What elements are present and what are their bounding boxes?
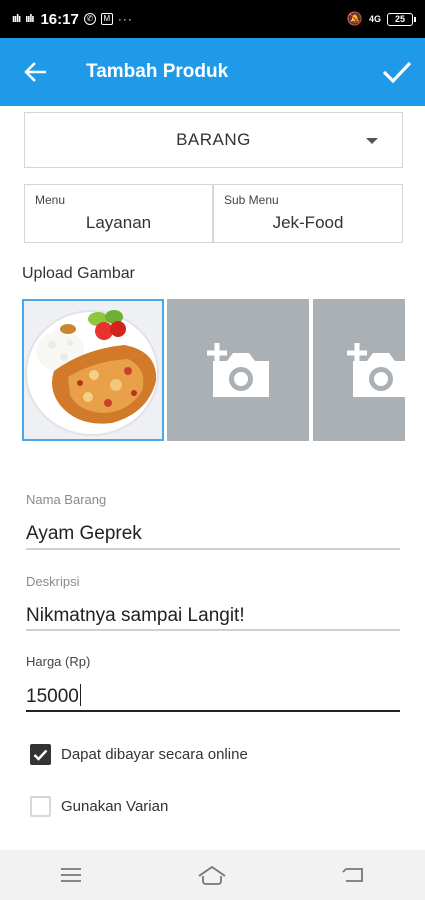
signal-icon: ıılı: [12, 13, 21, 25]
menu-nav-button[interactable]: [41, 850, 101, 900]
sub-menu-value: Jek-Food: [272, 213, 344, 232]
name-field[interactable]: Ayam Geprek: [26, 523, 142, 545]
variant-option[interactable]: Gunakan Varian: [30, 796, 168, 817]
add-photo-slot-2[interactable]: [167, 299, 309, 441]
more-notifications-icon: ···: [117, 12, 133, 26]
text-cursor: [79, 684, 82, 706]
online-payment-option[interactable]: Dapat dibayar secara online: [30, 744, 248, 765]
add-photo-slot-3[interactable]: [313, 299, 405, 441]
checkmark-icon: [33, 749, 48, 761]
price-field[interactable]: 15000: [26, 684, 82, 708]
dropdown-arrow-icon: [366, 138, 378, 144]
menu-value: Layanan: [85, 213, 152, 232]
home-icon: [198, 865, 226, 885]
food-image: [24, 301, 162, 439]
whatsapp-icon: ✆: [83, 13, 96, 25]
network-type: 4G: [368, 14, 381, 24]
product-type-select[interactable]: BARANG: [24, 112, 403, 168]
online-payment-checkbox[interactable]: [30, 744, 51, 765]
save-button[interactable]: [377, 52, 417, 92]
online-payment-label: Dapat dibayar secara online: [61, 746, 248, 763]
description-field[interactable]: Nikmatnya sampai Langit!: [26, 605, 245, 627]
product-type-value: BARANG: [176, 130, 251, 149]
name-underline: [26, 548, 400, 550]
upload-label: Upload Gambar: [22, 265, 135, 282]
mute-icon: 🔕: [346, 11, 363, 26]
status-left: ıılı ıılı 16:17 ✆ M ···: [12, 11, 133, 28]
back-nav-button[interactable]: [324, 850, 384, 900]
description-underline: [26, 629, 400, 631]
mail-icon: M: [100, 13, 113, 25]
add-photo-icon: [207, 343, 269, 397]
page-title: Tambah Produk: [86, 61, 229, 82]
back-button[interactable]: [0, 38, 70, 106]
arrow-left-icon: [24, 62, 46, 82]
description-label: Deskripsi: [26, 574, 80, 589]
price-value: 15000: [26, 686, 79, 707]
menu-label: Menu: [35, 193, 66, 207]
price-underline: [26, 710, 400, 712]
home-nav-button[interactable]: [182, 850, 242, 900]
variant-checkbox[interactable]: [30, 796, 51, 817]
status-right: 🔕 4G 25: [346, 11, 416, 27]
price-label: Harga (Rp): [26, 654, 91, 669]
sub-menu-label: Sub Menu: [224, 193, 279, 207]
sub-menu-selector[interactable]: Sub Menu Jek-Food: [213, 184, 403, 243]
add-photo-icon: [347, 343, 405, 397]
back-nav-icon: [342, 868, 364, 882]
battery-icon: 25: [387, 12, 416, 26]
app-bar: Tambah Produk: [0, 38, 425, 106]
status-bar: ıılı ıılı 16:17 ✆ M ··· 🔕 4G 25: [0, 0, 425, 38]
check-icon: [382, 61, 412, 84]
variant-label: Gunakan Varian: [61, 798, 169, 815]
product-photo[interactable]: [22, 299, 164, 441]
status-time: 16:17: [40, 10, 79, 28]
system-nav-bar: [0, 850, 425, 900]
menu-icon: [60, 868, 81, 882]
name-label: Nama Barang: [26, 492, 107, 507]
signal-icon-2: ıılı: [25, 13, 34, 25]
menu-selector[interactable]: Menu Layanan: [24, 184, 213, 243]
